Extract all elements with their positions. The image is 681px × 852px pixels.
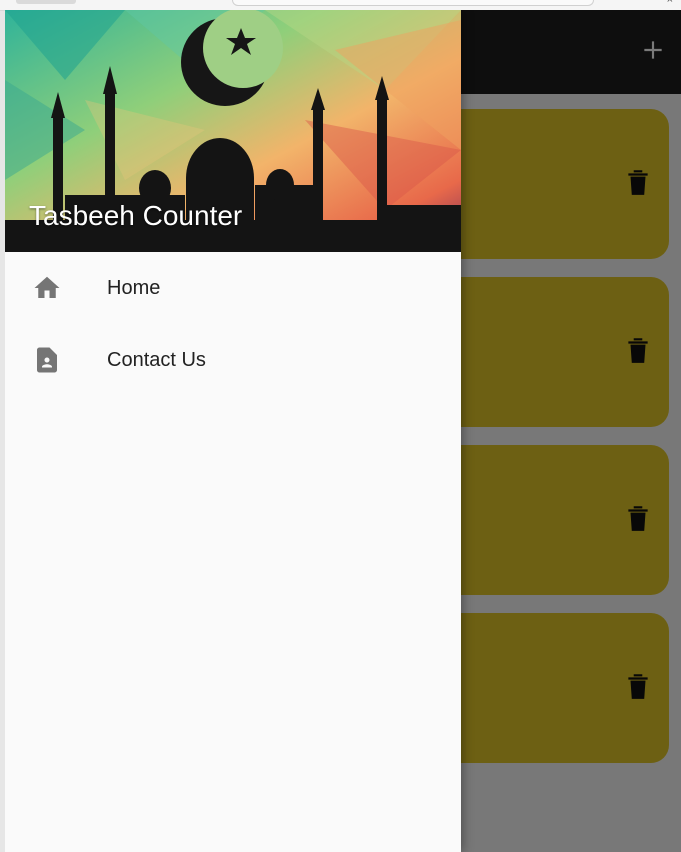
app-screen: Tasbeeh Counter Home Contact Us [5,10,681,852]
window-tab[interactable] [16,0,76,4]
menu-item-label: Home [107,276,161,299]
contact-page-icon [31,344,63,376]
menu-item-home[interactable]: Home [5,252,461,324]
drawer-header: Tasbeeh Counter [5,10,461,252]
drawer-title: Tasbeeh Counter [29,200,243,231]
home-icon [31,272,63,304]
navigation-drawer: Tasbeeh Counter Home Contact Us [5,10,461,852]
drawer-menu: Home Contact Us [5,252,461,396]
menu-item-label: Contact Us [107,348,206,371]
close-icon[interactable]: × [667,0,673,6]
menu-item-contact-us[interactable]: Contact Us [5,324,461,396]
window-search-field[interactable] [232,0,594,6]
